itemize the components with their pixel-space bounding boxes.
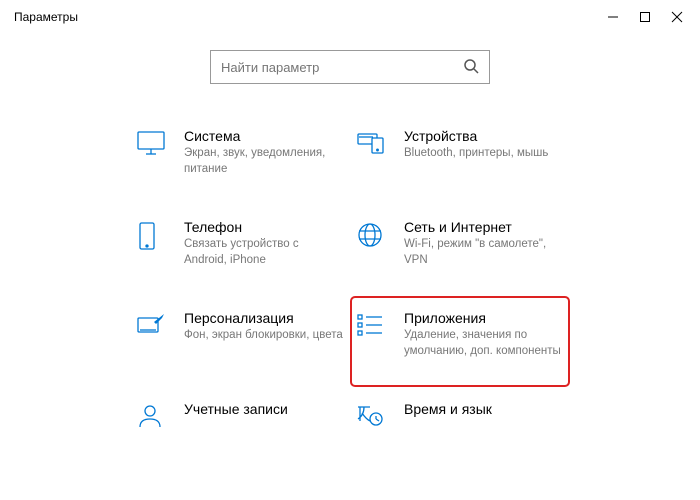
search-box[interactable]	[210, 50, 490, 84]
tile-title: Сеть и Интернет	[404, 219, 564, 235]
tile-accounts[interactable]: Учетные записи	[130, 387, 350, 460]
tile-title: Персонализация	[184, 310, 344, 326]
close-button[interactable]	[670, 10, 684, 24]
search-icon	[463, 58, 479, 77]
tile-system[interactable]: Система Экран, звук, уведомления, питани…	[130, 114, 350, 205]
tile-text: Телефон Связать устройство с Android, iP…	[184, 219, 344, 268]
minimize-button[interactable]	[606, 10, 620, 24]
tile-text: Учетные записи	[184, 401, 344, 419]
tile-text: Время и язык	[404, 401, 564, 419]
tile-time-language[interactable]: Время и язык	[350, 387, 570, 460]
tile-text: Приложения Удаление, значения по умолчан…	[404, 310, 564, 359]
tile-text: Устройства Bluetooth, принтеры, мышь	[404, 128, 564, 162]
tile-desc: Фон, экран блокировки, цвета	[184, 328, 344, 344]
search-input[interactable]	[221, 60, 463, 75]
apps-icon	[356, 312, 388, 341]
globe-icon	[356, 221, 388, 252]
tile-desc: Удаление, значения по умолчанию, доп. ко…	[404, 328, 564, 359]
tile-apps[interactable]: Приложения Удаление, значения по умолчан…	[350, 296, 570, 387]
tile-devices[interactable]: Устройства Bluetooth, принтеры, мышь	[350, 114, 570, 205]
time-language-icon	[356, 403, 388, 432]
tile-phone[interactable]: Телефон Связать устройство с Android, iP…	[130, 205, 350, 296]
tile-title: Устройства	[404, 128, 564, 144]
personalization-icon	[136, 312, 168, 341]
tile-title: Приложения	[404, 310, 564, 326]
phone-icon	[136, 221, 168, 254]
tile-desc: Wi-Fi, режим "в самолете", VPN	[404, 237, 564, 268]
settings-grid: Система Экран, звук, уведомления, питани…	[0, 114, 700, 460]
tile-title: Телефон	[184, 219, 344, 235]
titlebar: Параметры	[0, 0, 700, 32]
tile-title: Учетные записи	[184, 401, 344, 417]
tile-title: Время и язык	[404, 401, 564, 417]
tile-title: Система	[184, 128, 344, 144]
accounts-icon	[136, 403, 168, 432]
tile-desc: Связать устройство с Android, iPhone	[184, 237, 344, 268]
tile-text: Сеть и Интернет Wi-Fi, режим "в самолете…	[404, 219, 564, 268]
tile-text: Система Экран, звук, уведомления, питани…	[184, 128, 344, 177]
devices-icon	[356, 130, 388, 159]
tile-network[interactable]: Сеть и Интернет Wi-Fi, режим "в самолете…	[350, 205, 570, 296]
tile-desc: Экран, звук, уведомления, питание	[184, 146, 344, 177]
maximize-button[interactable]	[638, 10, 652, 24]
tile-text: Персонализация Фон, экран блокировки, цв…	[184, 310, 344, 344]
window-controls	[606, 8, 690, 24]
window-title: Параметры	[14, 8, 78, 24]
display-icon	[136, 130, 168, 159]
tile-desc: Bluetooth, принтеры, мышь	[404, 146, 564, 162]
tile-personalization[interactable]: Персонализация Фон, экран блокировки, цв…	[130, 296, 350, 387]
